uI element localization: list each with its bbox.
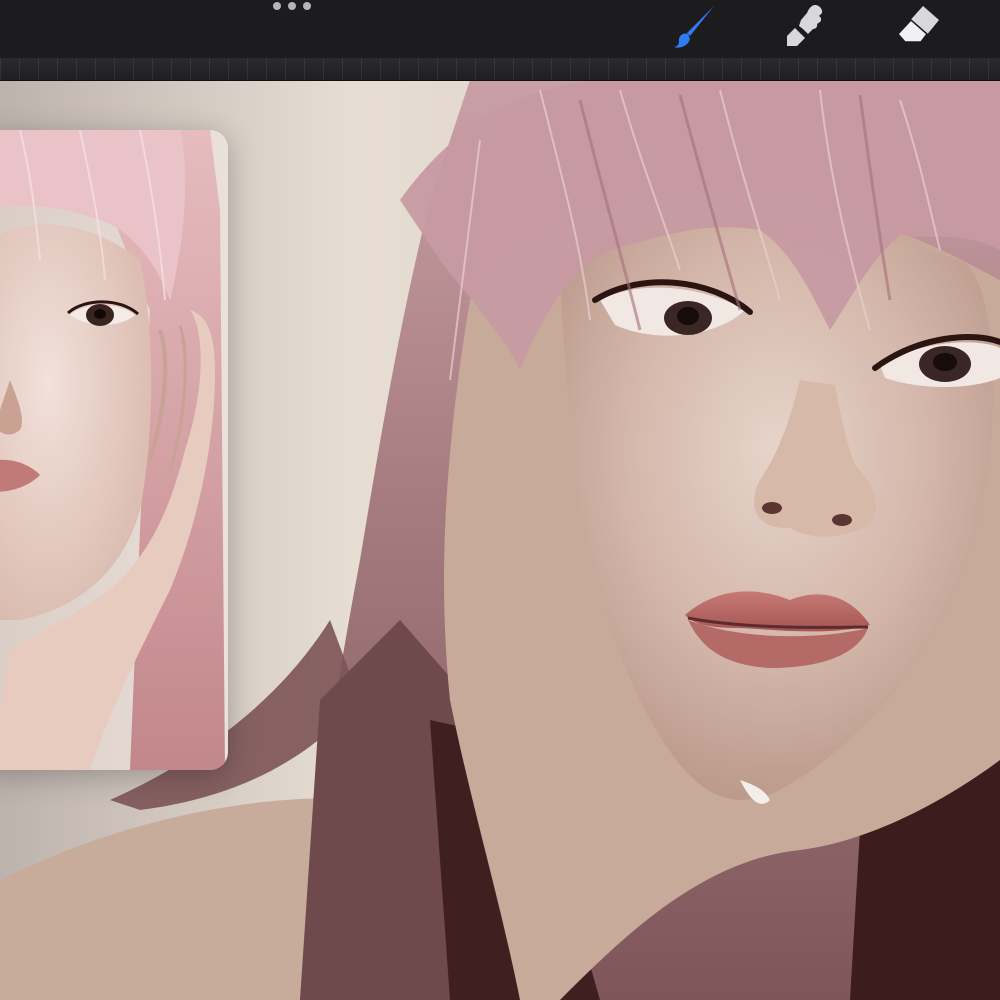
- eraser-tool-button[interactable]: [893, 2, 943, 50]
- more-dot: [303, 2, 311, 10]
- more-dots-icon: [273, 2, 281, 10]
- top-toolbar: [0, 0, 1000, 58]
- reference-window[interactable]: [0, 130, 228, 770]
- more-menu-button[interactable]: [273, 0, 311, 12]
- brush-icon: [674, 6, 714, 48]
- reference-photo: [0, 130, 228, 770]
- eraser-icon: [896, 6, 939, 43]
- smudge-finger-icon: [787, 5, 823, 46]
- canvas-ruler: [0, 58, 1000, 81]
- smudge-tool-button[interactable]: [783, 2, 833, 50]
- more-dot: [288, 2, 296, 10]
- brush-tool-button[interactable]: [670, 2, 720, 50]
